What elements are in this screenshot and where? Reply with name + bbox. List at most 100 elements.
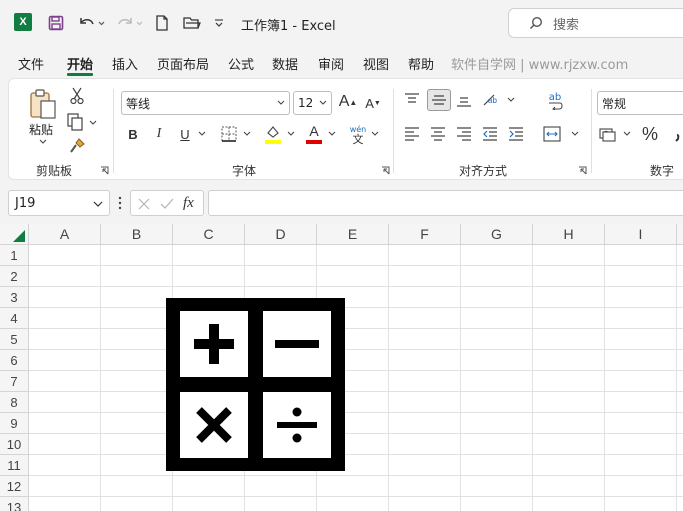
font-color-button[interactable]: A [305, 123, 323, 145]
column-header-b[interactable]: B [101, 224, 173, 245]
italic-button[interactable]: I [151, 125, 167, 143]
row-header-6[interactable]: 6 [0, 350, 29, 371]
align-left-icon[interactable] [403, 125, 421, 143]
new-file-icon[interactable] [152, 12, 172, 34]
search-box[interactable]: 搜索 [508, 8, 683, 38]
column-header-e[interactable]: E [317, 224, 389, 245]
undo-icon[interactable] [76, 12, 106, 34]
decrease-font-size-button[interactable]: A ▼ [364, 93, 382, 113]
multiply-cell [180, 392, 248, 458]
number-format-value: 常规 [602, 96, 627, 111]
underline-dropdown-icon[interactable] [198, 131, 206, 137]
formula-bar: J19 fx [0, 186, 683, 218]
row-header-4[interactable]: 4 [0, 308, 29, 329]
save-icon[interactable] [46, 12, 66, 34]
font-size-select[interactable]: 12 [293, 91, 332, 115]
row-header-5[interactable]: 5 [0, 329, 29, 350]
merge-center-icon[interactable] [543, 124, 581, 144]
tab-insert[interactable]: 插入 [112, 54, 138, 73]
wrap-text-glyph: ab [548, 91, 562, 103]
borders-dropdown-icon[interactable] [243, 131, 251, 137]
clipboard-dialog-launcher-icon[interactable] [100, 166, 109, 175]
accounting-format-icon[interactable] [599, 125, 633, 143]
name-box[interactable]: J19 [8, 190, 110, 216]
column-header-d[interactable]: D [245, 224, 317, 245]
redo-icon[interactable] [114, 12, 144, 34]
middle-align-icon[interactable] [427, 89, 451, 111]
tab-view[interactable]: 视图 [363, 54, 389, 73]
align-right-icon[interactable] [455, 125, 473, 143]
paste-dropdown-icon[interactable] [39, 139, 47, 145]
minus-cell [263, 311, 331, 377]
tab-home[interactable]: 开始 [67, 54, 93, 73]
insert-function-button[interactable]: fx [183, 195, 194, 212]
column-header-a[interactable]: A [29, 224, 101, 245]
tab-formulas[interactable]: 公式 [228, 54, 254, 73]
cancel-icon[interactable] [138, 198, 150, 210]
fill-color-dropdown-icon[interactable] [287, 131, 295, 137]
row-header-7[interactable]: 7 [0, 371, 29, 392]
bold-button[interactable]: B [125, 125, 141, 143]
gridline [676, 245, 677, 511]
column-header-h[interactable]: H [533, 224, 605, 245]
phonetic-guide-button[interactable]: wén 文 [347, 123, 369, 147]
tab-file[interactable]: 文件 [18, 54, 44, 73]
formula-input[interactable] [208, 190, 683, 216]
enter-icon[interactable] [160, 198, 174, 210]
chevron-down-icon [93, 201, 103, 207]
calculator-icon[interactable] [166, 298, 345, 471]
paste-label[interactable]: 粘贴 [29, 121, 53, 138]
increase-font-size-button[interactable]: A ▲ [338, 91, 358, 113]
chevron-down-icon [319, 100, 327, 105]
number-format-select[interactable]: 常规 [597, 91, 683, 115]
fill-color-icon[interactable] [263, 123, 283, 145]
group-separator [393, 89, 394, 173]
comma-style-icon[interactable] [669, 125, 683, 143]
column-header-g[interactable]: G [461, 224, 533, 245]
tab-page-layout[interactable]: 页面布局 [157, 54, 209, 73]
row-header-1[interactable]: 1 [0, 245, 29, 266]
plus-icon [194, 324, 234, 364]
row-header-8[interactable]: 8 [0, 392, 29, 413]
group-separator [591, 89, 592, 173]
gridline [29, 370, 683, 371]
orientation-icon[interactable]: ab [481, 91, 517, 109]
top-align-icon[interactable] [403, 91, 421, 109]
select-all-corner[interactable] [0, 224, 29, 245]
borders-icon[interactable] [220, 125, 238, 143]
more-options-icon[interactable] [118, 196, 122, 210]
format-painter-icon[interactable] [69, 137, 87, 155]
row-header-12[interactable]: 12 [0, 476, 29, 497]
customize-quick-access-icon[interactable] [212, 12, 226, 34]
divide-icon [277, 407, 317, 443]
font-name-select[interactable]: 等线 [121, 91, 290, 115]
font-color-dropdown-icon[interactable] [328, 131, 336, 137]
column-header-i[interactable]: I [605, 224, 677, 245]
copy-icon[interactable] [67, 113, 97, 131]
open-folder-icon[interactable] [181, 12, 203, 34]
underline-button[interactable]: U [177, 125, 193, 143]
gridline [460, 245, 461, 511]
paste-icon[interactable] [27, 87, 59, 121]
column-header-f[interactable]: F [389, 224, 461, 245]
tab-review[interactable]: 审阅 [318, 54, 344, 73]
tab-help[interactable]: 帮助 [408, 54, 434, 73]
wrap-text-icon[interactable]: ab [545, 91, 565, 111]
row-header-11[interactable]: 11 [0, 455, 29, 476]
align-center-icon[interactable] [429, 125, 447, 143]
cut-icon[interactable] [69, 87, 85, 105]
tab-data[interactable]: 数据 [272, 54, 298, 73]
row-header-13[interactable]: 13 [0, 497, 29, 511]
column-header-c[interactable]: C [173, 224, 245, 245]
row-header-10[interactable]: 10 [0, 434, 29, 455]
decrease-indent-icon[interactable] [481, 125, 499, 143]
increase-indent-icon[interactable] [507, 125, 525, 143]
phonetic-dropdown-icon[interactable] [371, 131, 379, 137]
alignment-dialog-launcher-icon[interactable] [578, 166, 587, 175]
percent-style-button[interactable]: % [639, 123, 661, 145]
row-header-2[interactable]: 2 [0, 266, 29, 287]
font-dialog-launcher-icon[interactable] [381, 166, 390, 175]
row-header-9[interactable]: 9 [0, 413, 29, 434]
row-header-3[interactable]: 3 [0, 287, 29, 308]
bottom-align-icon[interactable] [455, 91, 473, 109]
